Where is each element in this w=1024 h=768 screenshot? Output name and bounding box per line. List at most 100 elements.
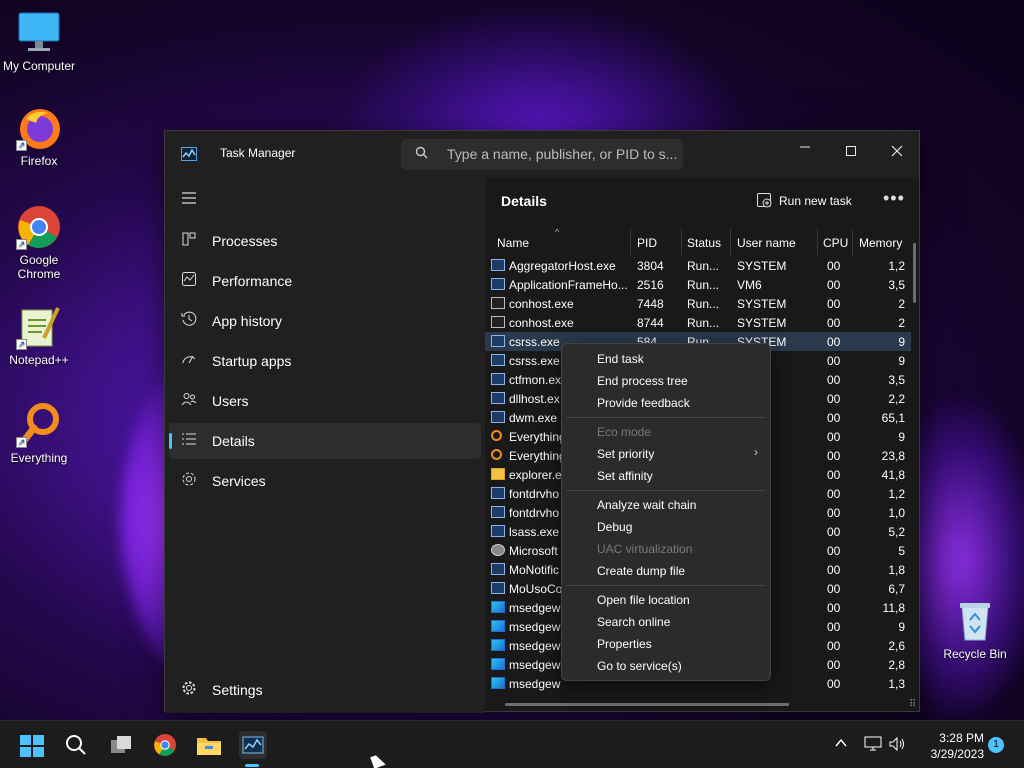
column-header-user-name[interactable]: User name <box>737 236 796 250</box>
process-gear-icon <box>491 544 505 556</box>
menu-item-create-dump-file[interactable]: Create dump file <box>562 560 770 582</box>
desktop-icon-recycle-bin[interactable]: Recycle Bin <box>937 598 1013 661</box>
cell-name: AggregatorHost.exe <box>509 259 616 273</box>
column-divider[interactable] <box>852 229 853 255</box>
menu-item-uac-virtualization: UAC virtualization <box>562 538 770 560</box>
clock-time: 3:28 PM <box>939 731 984 745</box>
sidebar-item-label: Performance <box>212 273 293 289</box>
menu-item-set-affinity[interactable]: Set affinity <box>562 465 770 487</box>
column-header-cpu[interactable]: CPU <box>823 236 848 250</box>
menu-item-end-task[interactable]: End task <box>562 348 770 370</box>
sidebar-item-label: Startup apps <box>212 353 292 369</box>
column-divider[interactable] <box>681 229 682 255</box>
column-header-memory[interactable]: Memory <box>859 236 902 250</box>
table-row[interactable]: ApplicationFrameHo... 2516 Run... VM6 00 3,5 <box>485 275 911 294</box>
cell-cpu: 00 <box>827 525 841 539</box>
menu-item-go-to-service-s[interactable]: Go to service(s) <box>562 655 770 677</box>
process-window-icon <box>491 582 505 594</box>
chrome-taskbar-icon[interactable] <box>151 731 179 759</box>
more-options-icon[interactable]: ••• <box>883 188 905 209</box>
sidebar-item-label: Processes <box>212 233 278 249</box>
desktop-icon-label: Recycle Bin <box>943 647 1007 661</box>
cell-cpu: 00 <box>827 278 841 292</box>
cell-cpu: 00 <box>827 544 841 558</box>
cell-memory: 11,8 <box>882 601 905 615</box>
column-header-name[interactable]: Name <box>497 236 529 250</box>
horizontal-scrollbar[interactable] <box>505 703 789 706</box>
menu-separator <box>566 490 766 491</box>
hamburger-menu-icon[interactable] <box>181 191 197 210</box>
menu-item-provide-feedback[interactable]: Provide feedback <box>562 392 770 414</box>
cell-cpu: 00 <box>827 335 841 349</box>
process-window-icon <box>491 487 505 499</box>
sidebar-item-details[interactable]: Details <box>169 423 481 459</box>
system-clock[interactable]: 3:28 PM 3/29/2023 <box>912 730 984 762</box>
process-edge-icon <box>491 620 505 632</box>
menu-item-label: Set priority <box>597 447 655 461</box>
column-header-pid[interactable]: PID <box>637 236 657 250</box>
title-bar[interactable]: Task Manager Type a name, publisher, or … <box>165 131 919 177</box>
notification-badge[interactable]: 1 <box>988 737 1004 753</box>
process-window-icon <box>491 278 505 290</box>
menu-item-open-file-location[interactable]: Open file location <box>562 589 770 611</box>
maximize-button[interactable] <box>837 139 865 163</box>
task-manager-taskbar-icon[interactable] <box>239 731 267 759</box>
selection-indicator <box>169 433 172 449</box>
cell-pid: 3804 <box>637 259 664 273</box>
menu-item-label: UAC virtualization <box>597 542 693 556</box>
vertical-scrollbar[interactable] <box>913 243 916 303</box>
network-icon[interactable] <box>864 736 882 755</box>
sidebar-item-settings[interactable]: Settings <box>169 672 481 708</box>
shortcut-arrow-icon: ↗ <box>16 339 27 350</box>
sidebar-item-processes[interactable]: Processes <box>169 223 481 259</box>
cell-cpu: 00 <box>827 639 841 653</box>
desktop-icon-everything[interactable]: ↗ Everything <box>1 402 77 465</box>
sidebar-item-startup-apps[interactable]: Startup apps <box>169 343 481 379</box>
cell-cpu: 00 <box>827 354 841 368</box>
column-header-status[interactable]: Status <box>687 236 721 250</box>
start-button[interactable] <box>20 735 44 757</box>
sidebar-item-users[interactable]: Users <box>169 383 481 419</box>
active-app-indicator <box>245 764 259 767</box>
cell-memory: 2,8 <box>888 658 905 672</box>
search-box[interactable]: Type a name, publisher, or PID to s... <box>401 139 683 170</box>
cell-cpu: 00 <box>827 373 841 387</box>
close-button[interactable] <box>883 139 911 163</box>
menu-item-set-priority[interactable]: Set priority › <box>562 443 770 465</box>
volume-icon[interactable] <box>888 736 906 755</box>
search-taskbar-icon[interactable] <box>62 731 90 759</box>
file-explorer-icon[interactable] <box>195 731 223 759</box>
services-icon <box>180 471 198 491</box>
sidebar-item-app-history[interactable]: App history <box>169 303 481 339</box>
sidebar-item-services[interactable]: Services <box>169 463 481 499</box>
table-row[interactable]: conhost.exe 7448 Run... SYSTEM 00 2 <box>485 294 911 313</box>
table-row[interactable]: conhost.exe 8744 Run... SYSTEM 00 2 <box>485 313 911 332</box>
minimize-button[interactable] <box>791 139 819 163</box>
desktop-icon-notepad-plus-plus[interactable]: ↗ Notepad++ <box>1 304 77 367</box>
chevron-up-icon[interactable] <box>834 736 848 753</box>
desktop-icon-google-chrome[interactable]: ↗ Google Chrome <box>1 204 77 281</box>
menu-item-properties[interactable]: Properties <box>562 633 770 655</box>
menu-item-debug[interactable]: Debug <box>562 516 770 538</box>
column-divider[interactable] <box>730 229 731 255</box>
task-view-icon[interactable] <box>107 731 135 759</box>
resize-grip-icon[interactable]: ⠿ <box>909 699 916 710</box>
column-divider[interactable] <box>817 229 818 255</box>
window-title: Task Manager <box>220 146 296 160</box>
cell-cpu: 00 <box>827 487 841 501</box>
process-edge-icon <box>491 677 505 689</box>
cell-memory: 3,5 <box>888 373 905 387</box>
menu-item-end-process-tree[interactable]: End process tree <box>562 370 770 392</box>
desktop-icon-my-computer[interactable]: My Computer <box>1 10 77 73</box>
menu-item-analyze-wait-chain[interactable]: Analyze wait chain <box>562 494 770 516</box>
desktop-icon-firefox[interactable]: ↗ Firefox <box>1 105 77 168</box>
menu-item-search-online[interactable]: Search online <box>562 611 770 633</box>
sidebar-item-performance[interactable]: Performance <box>169 263 481 299</box>
cell-memory: 23,8 <box>881 449 905 463</box>
run-new-task-button[interactable]: Run new task <box>757 193 852 208</box>
column-divider[interactable] <box>630 229 631 255</box>
menu-separator <box>566 585 766 586</box>
cell-cpu: 00 <box>827 658 841 672</box>
desktop-icon-label: My Computer <box>2 59 76 73</box>
table-row[interactable]: AggregatorHost.exe 3804 Run... SYSTEM 00 1,2 <box>485 256 911 275</box>
